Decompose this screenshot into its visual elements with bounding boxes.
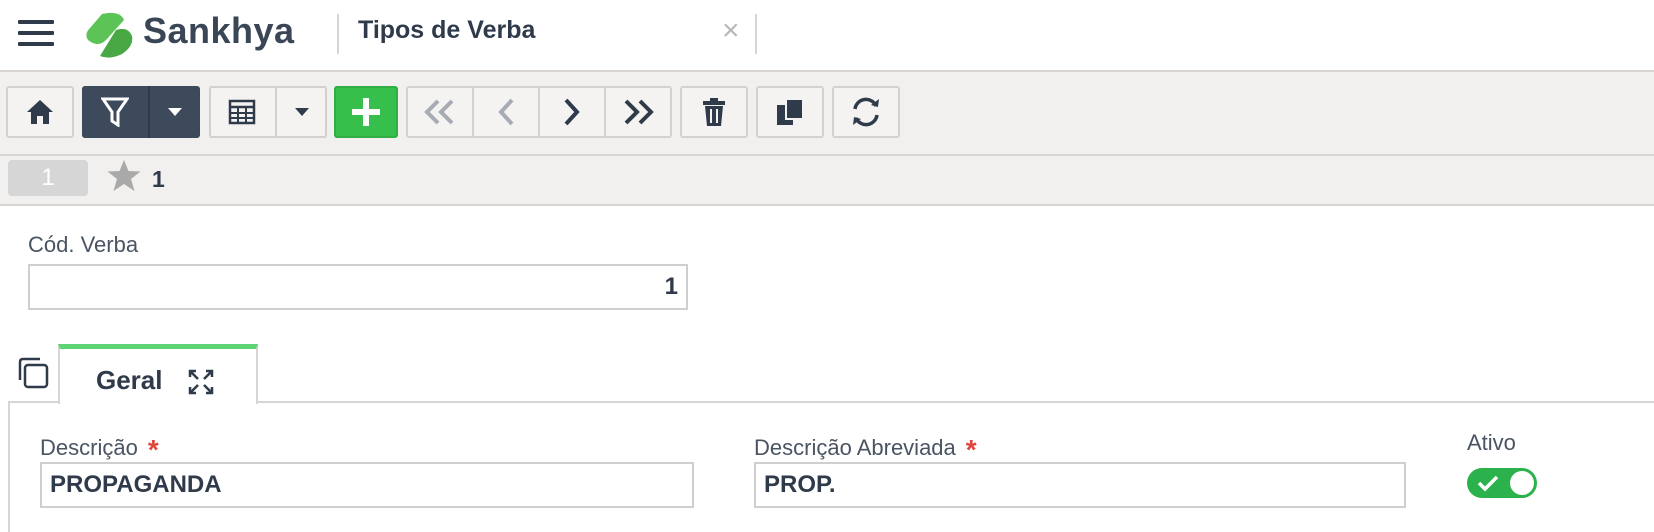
grid-dropdown-button[interactable] (277, 86, 327, 138)
plus-icon (352, 98, 380, 126)
cod-verba-label: Cód. Verba (28, 232, 139, 257)
double-chevron-right-icon (624, 99, 654, 125)
required-mark: * (965, 434, 977, 465)
descricao-abreviada-field[interactable]: PROP. (754, 462, 1406, 508)
grid-view-button[interactable] (209, 86, 275, 138)
grid-icon (228, 99, 256, 125)
descricao-abreviada-value: PROP. (764, 471, 836, 498)
copy-icon (777, 98, 804, 125)
menu-icon[interactable] (18, 18, 54, 48)
trash-icon (703, 98, 725, 126)
last-record-button[interactable] (606, 86, 672, 138)
chevron-down-icon (168, 108, 182, 116)
first-record-button[interactable] (406, 86, 472, 138)
brand-name: Sankhya (143, 10, 295, 51)
chevron-down-icon (295, 108, 309, 116)
double-chevron-left-icon (424, 99, 454, 125)
sankhya-logo-icon (86, 12, 133, 58)
toolbar (0, 72, 1654, 156)
refresh-button[interactable] (832, 86, 900, 138)
descricao-field[interactable]: PROPAGANDA (40, 462, 694, 508)
filter-dropdown-button[interactable] (150, 86, 200, 138)
previous-record-button[interactable] (474, 86, 538, 138)
header-divider (337, 14, 339, 54)
cod-verba-value: 1 (664, 273, 678, 300)
next-record-button[interactable] (540, 86, 604, 138)
delete-button[interactable] (680, 86, 748, 138)
favorite-count: 1 (152, 166, 165, 192)
chevron-left-icon (498, 98, 514, 126)
close-icon[interactable]: × (722, 16, 740, 46)
descricao-abreviada-label: Descrição Abreviada * (754, 434, 977, 465)
tab-geral-label: Geral (96, 365, 163, 395)
chevron-right-icon (564, 98, 580, 126)
duplicate-button[interactable] (756, 86, 824, 138)
cod-verba-field[interactable]: 1 (28, 264, 688, 310)
app-header: Sankhya Tipos de Verba × (0, 0, 1654, 72)
refresh-icon (853, 97, 879, 127)
filter-icon (101, 97, 129, 127)
tab-geral[interactable]: Geral (58, 344, 258, 404)
home-icon (27, 100, 53, 124)
expand-icon[interactable] (188, 369, 214, 395)
windows-icon[interactable] (16, 356, 50, 390)
descricao-value: PROPAGANDA (50, 471, 222, 498)
record-number-button[interactable]: 1 (8, 160, 88, 196)
page-title: Tipos de Verba (358, 16, 536, 44)
filter-button[interactable] (82, 86, 148, 138)
record-bar: 1 1 (0, 156, 1654, 206)
header-divider-right (755, 14, 757, 54)
required-mark: * (147, 434, 159, 465)
ativo-label: Ativo (1467, 430, 1516, 455)
home-button[interactable] (6, 86, 74, 138)
toggle-knob (1510, 471, 1534, 495)
star-icon[interactable] (106, 159, 142, 193)
ativo-toggle[interactable] (1467, 468, 1537, 498)
check-icon (1477, 475, 1499, 492)
add-button[interactable] (334, 86, 398, 138)
descricao-label: Descrição * (40, 434, 159, 465)
